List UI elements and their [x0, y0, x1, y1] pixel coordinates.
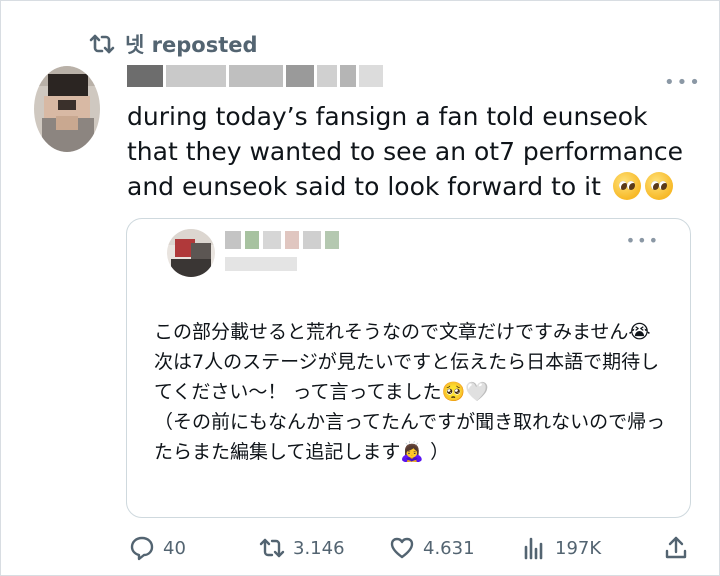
- views-icon: [524, 537, 543, 560]
- pleading-face-emoji: [612, 172, 641, 200]
- reply-icon: [130, 536, 154, 561]
- repost-indicator: 넷 reposted: [89, 29, 258, 59]
- share-button[interactable]: [663, 535, 689, 561]
- tweet-text: during today’s fansign a fan told eunseo…: [127, 99, 697, 204]
- reply-count: 40: [163, 537, 186, 559]
- reply-button[interactable]: 40: [129, 535, 186, 561]
- repost-label: 넷 reposted: [125, 33, 258, 57]
- views-button[interactable]: 197K: [521, 535, 601, 561]
- avatar[interactable]: [34, 66, 100, 152]
- pleading-face-emoji: [644, 172, 673, 200]
- share-icon: [665, 536, 687, 559]
- quoted-avatar[interactable]: [167, 229, 215, 277]
- like-button[interactable]: 4.631: [389, 535, 475, 561]
- repost-icon: [259, 538, 285, 558]
- quoted-tweet[interactable]: ••• この部分載せると荒れそうなので文章だけですみません😭 次は7人のステージ…: [126, 218, 691, 518]
- quoted-tweet-text: この部分載せると荒れそうなので文章だけですみません😭 次は7人のステージが見たい…: [154, 321, 666, 463]
- more-options-icon[interactable]: •••: [664, 72, 702, 93]
- heart-icon: [390, 537, 414, 559]
- tweet-body: during today’s fansign a fan told eunseo…: [127, 102, 684, 201]
- like-count: 4.631: [423, 537, 475, 559]
- quoted-more-options-icon[interactable]: •••: [626, 231, 660, 250]
- author-name-blurred[interactable]: [127, 65, 383, 89]
- repost-icon: [89, 34, 115, 54]
- repost-button[interactable]: 3.146: [259, 535, 345, 561]
- quoted-author-name-blurred[interactable]: [225, 231, 339, 249]
- quoted-handle-blurred: [225, 257, 297, 271]
- repost-count: 3.146: [293, 537, 345, 559]
- action-bar: 40 3.146 4.631 197K: [1, 531, 720, 571]
- view-count: 197K: [555, 537, 602, 559]
